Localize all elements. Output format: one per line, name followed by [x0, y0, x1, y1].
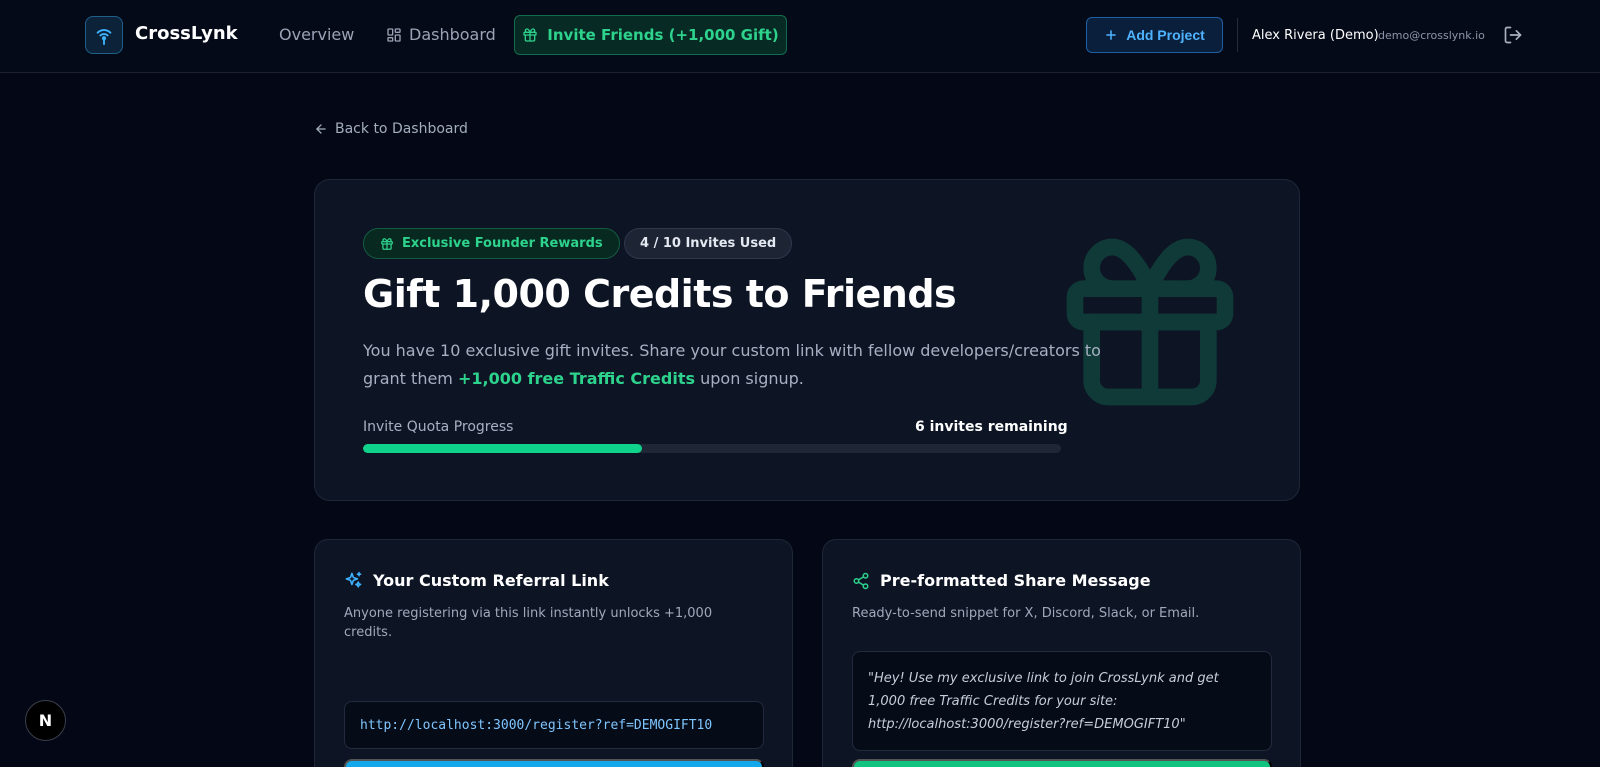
arrow-left-icon — [316, 124, 326, 134]
share-icon — [853, 572, 869, 589]
hero-description-highlight: +1,000 free Traffic Credits — [457, 369, 696, 388]
referral-link-card: Your Custom Referral Link Anyone registe… — [314, 539, 793, 767]
hero-description: You have 10 exclusive gift invites. Shar… — [363, 337, 1133, 393]
share-card-subtitle: Ready-to-send snippet for X, Discord, Sl… — [852, 606, 1200, 621]
share-card-title: Pre-formatted Share Message — [880, 571, 1151, 590]
add-project-button[interactable]: Add Project — [1086, 17, 1223, 53]
gift-icon — [381, 237, 393, 250]
wifi-antenna-icon — [96, 29, 112, 46]
sparkles-icon — [345, 571, 362, 588]
quota-progress-label: Invite Quota Progress — [363, 419, 514, 435]
grid-icon — [387, 27, 401, 42]
brand-name[interactable]: CrossLynk — [135, 23, 238, 44]
share-card-header: Pre-formatted Share Message — [852, 571, 1151, 590]
invites-remaining: 6 invites remaining — [915, 419, 1068, 435]
user-name: Alex Rivera (Demo) — [1252, 28, 1379, 43]
copy-message-button[interactable] — [852, 759, 1272, 767]
user-email: demo@crosslynk.io — [1378, 29, 1485, 42]
invites-used-badge: 4 / 10 Invites Used — [624, 228, 793, 259]
nav-overview-label: Overview — [279, 25, 355, 44]
nav-invite-friends[interactable]: Invite Friends (+1,000 Gift) — [514, 15, 787, 55]
quota-progress-fill — [363, 444, 643, 453]
top-navigation-bar: CrossLynk Overview Dashboard Invite Frie… — [0, 0, 1600, 73]
referral-card-subtitle: Anyone registering via this link instant… — [344, 606, 713, 640]
share-message-text[interactable]: "Hey! Use my exclusive link to join Cros… — [852, 651, 1272, 751]
nav-dashboard[interactable]: Dashboard — [386, 25, 496, 44]
back-to-dashboard-link[interactable]: Back to Dashboard — [314, 121, 468, 137]
gift-credits-hero-card: Exclusive Founder Rewards 4 / 10 Invites… — [314, 179, 1300, 501]
founder-rewards-badge: Exclusive Founder Rewards — [363, 228, 620, 259]
hero-description-tail: upon signup. — [695, 369, 804, 388]
add-project-label: Add Project — [1126, 27, 1205, 43]
gift-icon — [523, 28, 537, 42]
founder-rewards-label: Exclusive Founder Rewards — [402, 236, 603, 251]
back-link-label: Back to Dashboard — [335, 121, 468, 137]
copy-link-button[interactable] — [344, 759, 764, 767]
quota-progress-bar — [363, 444, 1061, 453]
dev-tools-badge[interactable]: N — [25, 700, 66, 741]
nav-invite-label: Invite Friends (+1,000 Gift) — [547, 26, 779, 44]
plus-icon — [1106, 30, 1117, 40]
referral-card-title: Your Custom Referral Link — [373, 571, 609, 590]
header-divider — [1237, 18, 1238, 52]
referral-link-field[interactable]: http://localhost:3000/register?ref=DEMOG… — [344, 701, 764, 749]
page-title: Gift 1,000 Credits to Friends — [363, 272, 957, 316]
referral-card-header: Your Custom Referral Link — [344, 571, 609, 590]
nav-overview[interactable]: Overview — [279, 25, 354, 44]
logout-icon[interactable] — [1503, 25, 1523, 45]
nav-dashboard-label: Dashboard — [409, 25, 496, 44]
share-message-card: Pre-formatted Share Message Ready-to-sen… — [822, 539, 1301, 767]
brand-logo[interactable] — [85, 16, 123, 54]
